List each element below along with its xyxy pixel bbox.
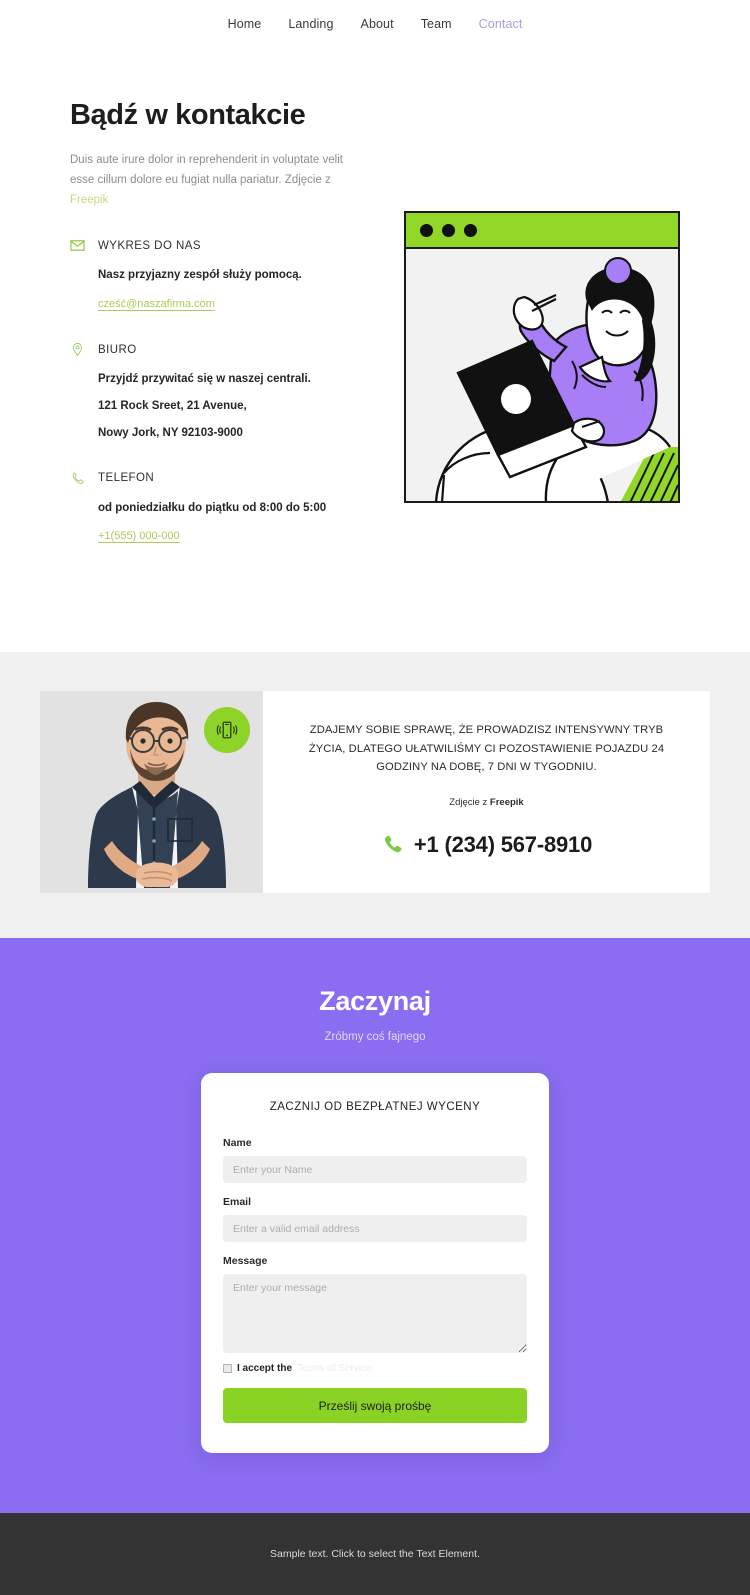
freepik-credit-link[interactable]: Freepik — [70, 194, 108, 206]
callout-headline: ZDAJEMY SOBIE SPRAWĘ, ŻE PROWADZISZ INTE… — [308, 724, 665, 773]
contact-block-phone-body: od poniedziałku do piątku od 8:00 do 5:0… — [70, 500, 680, 545]
submit-button[interactable]: Prześlij swoją prośbę — [223, 1388, 527, 1424]
name-label: Name — [223, 1137, 252, 1150]
callout-phone-number: +1 (234) 567-8910 — [413, 831, 593, 857]
accept-terms-checkbox[interactable] — [223, 1364, 232, 1374]
main-navigation: Home Landing About Team Contact — [0, 0, 750, 47]
cta-subtitle: Zróbmy coś fajnego — [324, 1031, 426, 1044]
page-title: Bądź w kontakcie — [70, 99, 306, 131]
hero-description: Duis aute irure dolor in reprehenderit i… — [70, 151, 355, 210]
name-input[interactable] — [223, 1156, 527, 1184]
hero-illustration — [404, 211, 680, 503]
window-dot-icon — [420, 223, 433, 237]
callout-card: ZDAJEMY SOBIE SPRAWĘ, ŻE PROWADZISZ INTE… — [40, 691, 710, 894]
nav-item-about[interactable]: About — [361, 17, 394, 31]
message-label: Message — [223, 1255, 268, 1268]
cta-section: Zaczynaj Zróbmy coś fajnego ZACZNIJ OD B… — [0, 938, 750, 1514]
nav-item-home[interactable]: Home — [228, 17, 262, 31]
hero-description-text: Duis aute irure dolor in reprehenderit i… — [70, 154, 343, 186]
browser-window-frame — [404, 211, 680, 503]
callout-photo — [40, 691, 263, 894]
map-pin-icon — [72, 343, 83, 357]
callout-content: ZDAJEMY SOBIE SPRAWĘ, ŻE PROWADZISZ INTE… — [263, 691, 710, 893]
accept-terms-text: I accept the — [237, 1363, 293, 1375]
contact-block-office-label: BIURO — [98, 343, 137, 356]
terms-of-service-link[interactable]: Terms of Service — [297, 1363, 371, 1374]
nav-item-contact[interactable]: Contact — [479, 17, 523, 31]
footer-text: Sample text. Click to select the Text El… — [270, 1548, 480, 1561]
cta-title: Zaczynaj — [319, 986, 431, 1017]
contact-form-card: ZACZNIJ OD BEZPŁATNEJ WYCENY Name Email … — [201, 1073, 549, 1454]
phone-link[interactable]: +1(555) 000-000 — [98, 530, 180, 542]
nav-item-landing[interactable]: Landing — [288, 17, 333, 31]
callout-section: ZDAJEMY SOBIE SPRAWĘ, ŻE PROWADZISZ INTE… — [0, 652, 750, 939]
browser-titlebar — [406, 213, 678, 249]
callout-credit-prefix: Zdjęcie z — [449, 796, 490, 808]
callout-credit-source: Freepik — [489, 796, 524, 808]
form-title: ZACZNIJ OD BEZPŁATNEJ WYCENY — [269, 1101, 481, 1114]
person-with-laptop-illustration — [435, 257, 678, 501]
email-label: Email — [223, 1196, 252, 1209]
envelope-icon — [70, 240, 85, 252]
page-footer: Sample text. Click to select the Text El… — [0, 1513, 750, 1595]
window-dot-icon — [464, 223, 477, 237]
callout-credit: Zdjęcie z Freepik — [449, 797, 523, 808]
email-input[interactable] — [223, 1215, 527, 1243]
contact-hero-section: Bądź w kontakcie Duis aute irure dolor i… — [0, 47, 750, 653]
window-dot-icon — [442, 223, 455, 237]
nav-item-team[interactable]: Team — [421, 17, 452, 31]
illustration-canvas — [406, 249, 678, 501]
terms-row: I accept the Terms of Service — [223, 1363, 527, 1374]
phone-icon — [384, 836, 402, 853]
email-link[interactable]: cześć@naszafirma.com — [98, 298, 215, 310]
contact-block-phone-label: TELEFON — [98, 472, 155, 485]
message-textarea[interactable] — [223, 1274, 527, 1354]
phone-icon — [72, 471, 84, 484]
vibrating-phone-icon — [216, 721, 238, 739]
contact-block-email-label: WYKRES DO NAS — [98, 239, 201, 252]
callout-phone[interactable]: +1 (234) 567-8910 — [381, 832, 592, 858]
